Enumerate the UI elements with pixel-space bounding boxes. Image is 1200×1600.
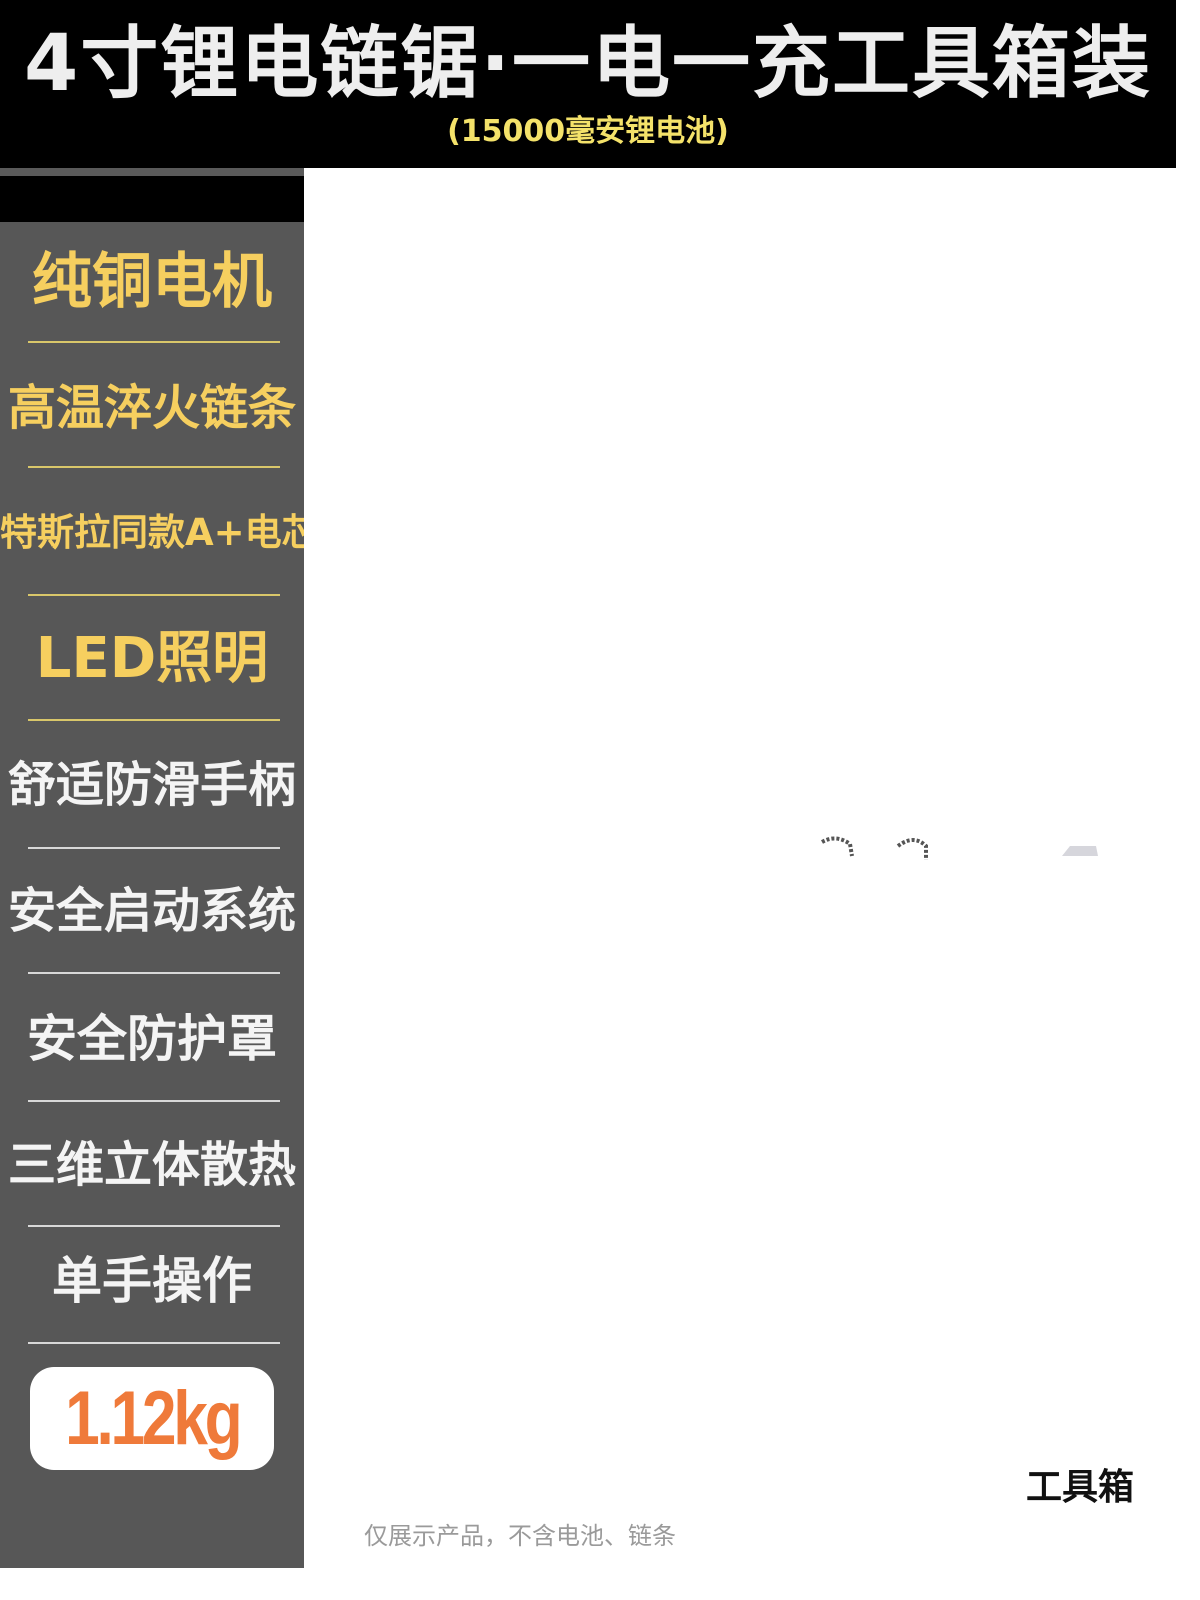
feature-divider [28,972,280,974]
feature-divider [28,466,280,468]
feature-anti-slip-handle: 舒适防滑手柄 [7,757,296,813]
weight-badge: 1.12kg [30,1367,274,1470]
feature-led-light: LED照明 [35,626,269,691]
header-banner: 4寸锂电链锯·一电一充工具箱装 (15000毫安锂电池) [0,0,1176,168]
sidebar-top-strip [0,168,304,176]
feature-safety-guard: 安全防护罩 [27,1010,277,1068]
sidebar-black-band [0,176,304,222]
feature-divider [28,1100,280,1102]
toolbox-label: 工具箱 [1026,1467,1135,1508]
feature-divider [28,594,280,596]
weight-value: 1.12kg [64,1376,243,1461]
page-title: 4寸锂电链锯·一电一充工具箱装 [24,19,1152,109]
disclaimer-note: 仅展示产品，不含电池、链条 [364,1522,676,1550]
battery-capacity-subtitle: (15000毫安锂电池) [447,114,729,149]
feature-3d-cooling: 三维立体散热 [7,1137,296,1193]
feature-divider [28,847,280,849]
product-fragment-marks [821,836,928,860]
product-image-area [304,168,1176,1568]
feature-copper-motor: 纯铜电机 [32,247,272,317]
feature-divider [28,1342,280,1344]
feature-divider [28,341,280,343]
product-fragment-shadow [1062,846,1098,856]
feature-divider [28,1225,280,1227]
feature-quenched-chain: 高温淬火链条 [7,380,296,436]
feature-divider [28,719,280,721]
feature-safety-start: 安全启动系统 [7,883,296,939]
feature-battery-cell: 特斯拉同款A+电芯 [0,511,319,554]
feature-one-hand-operation: 单手操作 [52,1252,252,1310]
